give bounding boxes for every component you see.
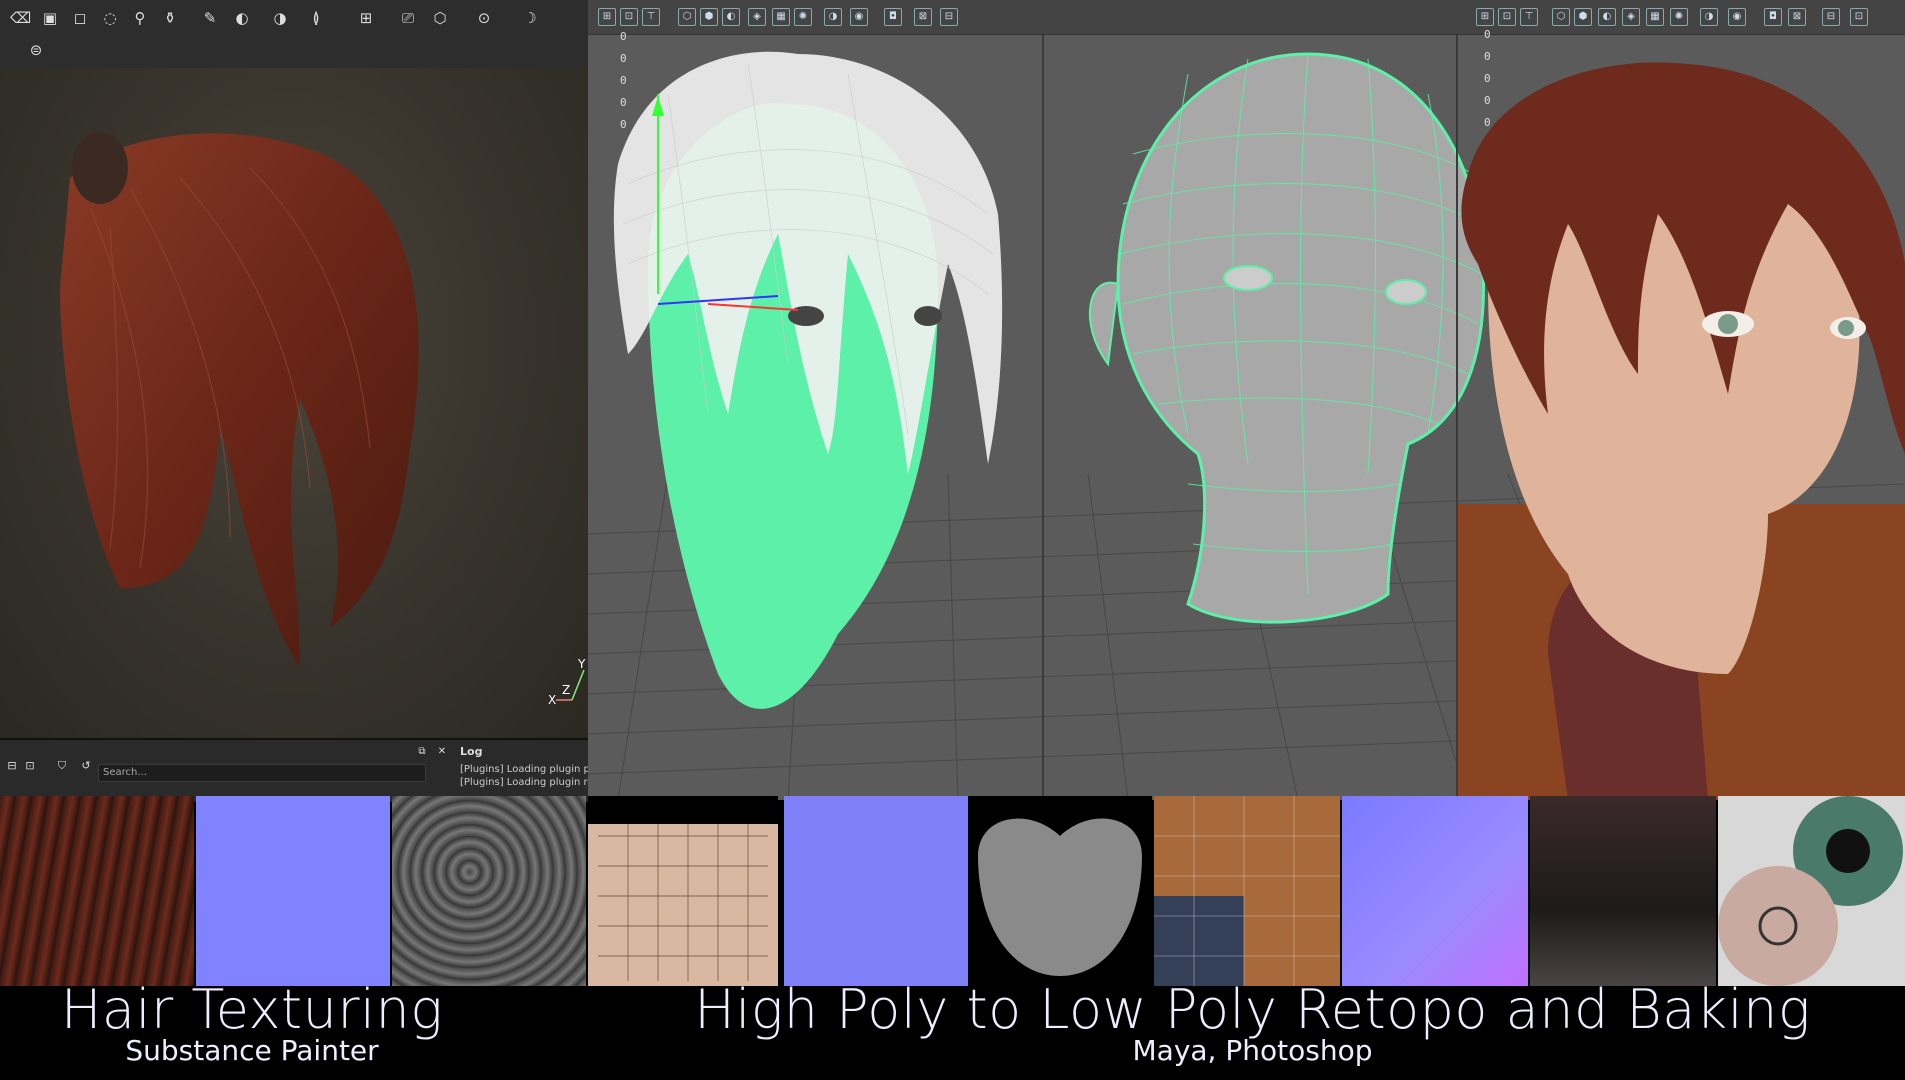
- light-icon[interactable]: ✺: [794, 8, 812, 26]
- smooth-shade-icon[interactable]: ⬢: [1574, 8, 1592, 26]
- camera-attributes-icon[interactable]: ⊡: [620, 8, 638, 26]
- brush-icon[interactable]: ✎: [200, 8, 220, 28]
- hair-roughness-map: [392, 796, 586, 986]
- polygon-fill-icon[interactable]: ◻: [70, 8, 90, 28]
- viewport-divider: [1456, 34, 1458, 800]
- panel-add-icon[interactable]: ⊡: [20, 756, 40, 776]
- cube-icon[interactable]: ⬡: [430, 8, 450, 28]
- caption-left-subtitle: Substance Painter: [125, 1034, 379, 1067]
- hud-value: 0: [620, 118, 627, 131]
- body-albedo-map: [1530, 796, 1716, 986]
- retopo-head: [1088, 52, 1486, 624]
- texture-icon[interactable]: ◈: [748, 8, 766, 26]
- search-input[interactable]: Search...: [98, 764, 426, 782]
- layout-icon[interactable]: ⊞: [356, 8, 376, 28]
- symmetry-icon[interactable]: ◐: [232, 8, 252, 28]
- isolate-icon[interactable]: ◘: [1764, 8, 1782, 26]
- body-uv-layout-map: [1154, 796, 1340, 986]
- hud-value: 0: [1484, 94, 1491, 107]
- ambient-occlusion-icon[interactable]: ◉: [850, 8, 868, 26]
- maya-viewport[interactable]: [588, 34, 1905, 800]
- select-camera-icon[interactable]: ⊞: [598, 8, 616, 26]
- shadow-icon[interactable]: ◑: [824, 8, 842, 26]
- hud-value: 0: [620, 30, 627, 43]
- checker-icon[interactable]: ▦: [1646, 8, 1664, 26]
- hud-value: 0: [620, 74, 627, 87]
- substance-logo-icon[interactable]: ⊜: [26, 40, 46, 60]
- axis-y-label: Y: [577, 657, 586, 671]
- screenshot-icon[interactable]: ⊙: [474, 8, 494, 28]
- hair-model: Y Z X: [60, 132, 586, 707]
- bookmark-icon[interactable]: ⊤: [1520, 8, 1538, 26]
- bookmark-icon[interactable]: ⊤: [642, 8, 660, 26]
- select-camera-icon[interactable]: ⊞: [1476, 8, 1494, 26]
- render-icon[interactable]: ☽: [520, 8, 540, 28]
- body-normal-map: [1342, 796, 1528, 986]
- caption-left-title: Hair Texturing: [60, 978, 444, 1041]
- camera-icon[interactable]: ⎚: [398, 8, 418, 28]
- resolution-gate-icon[interactable]: ⊡: [1850, 8, 1868, 26]
- face-uv-layout-map: [588, 796, 778, 986]
- hud-value: 0: [620, 52, 627, 65]
- log-line: [Plugins] Loading plugin pho: [460, 764, 588, 775]
- smudge-icon[interactable]: ◌: [100, 8, 120, 28]
- log-line: [Plugins] Loading plugin res: [460, 777, 588, 788]
- axis-x-label: X: [548, 693, 556, 707]
- substance-viewport[interactable]: Y Z X: [0, 68, 588, 738]
- textured-head: [1458, 62, 1905, 800]
- grid-icon[interactable]: ⊟: [1822, 8, 1840, 26]
- hud-value: 0: [1484, 72, 1491, 85]
- lighting-icon[interactable]: ◐: [1598, 8, 1616, 26]
- wireframe-icon[interactable]: ⬡: [1552, 8, 1570, 26]
- grid-icon[interactable]: ⊟: [940, 8, 958, 26]
- camera-attributes-icon[interactable]: ⊡: [1498, 8, 1516, 26]
- hud-value: 0: [1484, 116, 1491, 129]
- isolate-icon[interactable]: ◘: [884, 8, 902, 26]
- eye-texture-map: [1718, 796, 1905, 986]
- clone-icon[interactable]: ⚲: [130, 8, 150, 28]
- filter-icon[interactable]: ⛉: [52, 756, 72, 776]
- refresh-icon[interactable]: ↺: [76, 756, 96, 776]
- hud-value: 0: [1484, 28, 1491, 41]
- symmetry-mirror-icon[interactable]: ◑: [270, 8, 290, 28]
- light-icon[interactable]: ✺: [1670, 8, 1688, 26]
- caption-right-subtitle: Maya, Photoshop: [1132, 1034, 1373, 1067]
- viewport-divider: [1042, 34, 1044, 800]
- hud-value: 0: [1484, 50, 1491, 63]
- substance-toolbar: ⌫ ▣ ◻ ◌ ⚲ ⚱ ✎ ◐ ◑ ≬ ⊞ ⎚ ⬡ ⊙ ☽ ⊜: [0, 0, 588, 69]
- maya-panel: [588, 0, 1905, 800]
- checker-icon[interactable]: ▦: [772, 8, 790, 26]
- panel-toggle-icon[interactable]: ⊟: [2, 756, 22, 776]
- face-ao-map: [968, 796, 1152, 986]
- close-icon[interactable]: ✕: [432, 742, 452, 762]
- ambient-occlusion-icon[interactable]: ◉: [1728, 8, 1746, 26]
- maya-toolbar: ⊞ ⊡ ⊤ ⬡ ⬢ ◐ ◈ ▦ ✺ ◑ ◉ ◘ ⊠ ⊟ ⊞ ⊡ ⊤ ⬡ ⬢ ◐ …: [588, 0, 1905, 35]
- smooth-shade-icon[interactable]: ⬢: [700, 8, 718, 26]
- hair-albedo-map: [0, 796, 194, 986]
- texture-icon[interactable]: ◈: [1622, 8, 1640, 26]
- material-picker-icon[interactable]: ⚱: [160, 8, 180, 28]
- caption-right-title: High Poly to Low Poly Retopo and Baking: [694, 978, 1811, 1041]
- lighting-icon[interactable]: ◐: [722, 8, 740, 26]
- log-title: Log: [460, 745, 483, 758]
- shadow-icon[interactable]: ◑: [1700, 8, 1718, 26]
- wireframe-icon[interactable]: ⬡: [678, 8, 696, 26]
- hud-value: 0: [620, 96, 627, 109]
- popout-icon[interactable]: ⧉: [412, 742, 432, 762]
- symmetry-settings-icon[interactable]: ≬: [306, 8, 326, 28]
- eraser-icon[interactable]: ⌫: [10, 8, 31, 28]
- xray-icon[interactable]: ⊠: [1788, 8, 1806, 26]
- axis-z-label: Z: [562, 683, 570, 697]
- face-normal-map: [784, 796, 968, 986]
- xray-icon[interactable]: ⊠: [914, 8, 932, 26]
- hair-normal-map: [196, 796, 390, 986]
- projection-icon[interactable]: ▣: [40, 8, 60, 28]
